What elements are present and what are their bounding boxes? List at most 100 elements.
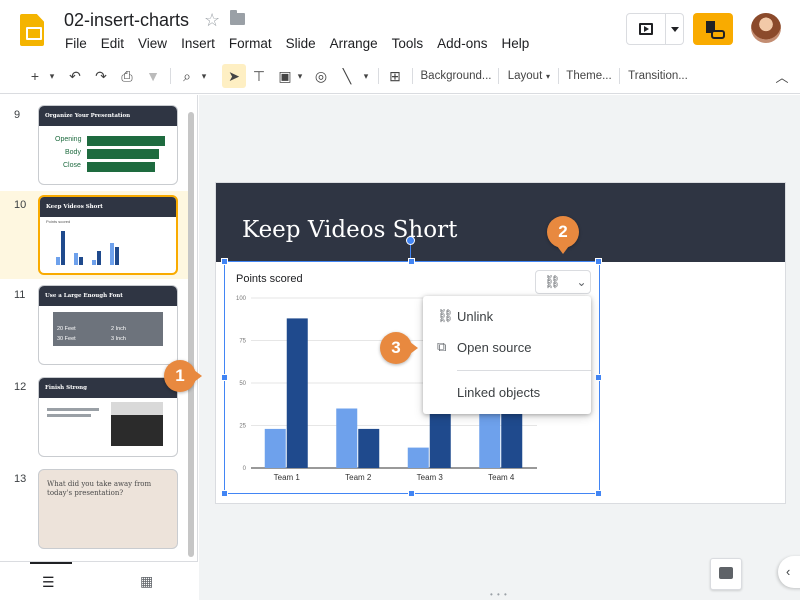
open-source-label: Open source: [457, 339, 532, 355]
callout-badge-2: 2: [547, 216, 579, 254]
image-icon[interactable]: ▣: [274, 64, 296, 88]
view-tabs: ☰ ▦: [0, 561, 198, 600]
shape-icon[interactable]: ◎: [310, 64, 332, 88]
thumbnail-text: Body: [65, 149, 81, 156]
callout-badge-3: 3: [380, 332, 418, 364]
notes-resize-handle[interactable]: • • •: [490, 590, 508, 599]
menu-edit[interactable]: Edit: [94, 36, 131, 51]
slide-thumbnail[interactable]: Organize Your Presentation Opening Body …: [38, 105, 178, 185]
thumbnail-bar: [115, 247, 119, 265]
menu-slide[interactable]: Slide: [279, 36, 323, 51]
thumbnail-bar: [74, 253, 78, 265]
menu-item-unlink[interactable]: ⛓ Unlink: [423, 303, 591, 329]
line-icon[interactable]: ╲: [336, 64, 358, 88]
slide-number: 11: [14, 289, 26, 301]
paint-format-icon[interactable]: ▼: [142, 64, 164, 88]
filmstrip-slide-10[interactable]: 10 Keep Videos Short Points scored: [0, 191, 190, 279]
resize-handle-top[interactable]: [408, 258, 415, 265]
menu-format[interactable]: Format: [222, 36, 279, 51]
menu-tools[interactable]: Tools: [385, 36, 431, 51]
thumbnail-bar: [87, 149, 159, 159]
slide-title[interactable]: Keep Videos Short: [242, 217, 457, 243]
collapse-chevron-up-icon[interactable]: ︿: [772, 64, 792, 88]
new-slide-plus-icon[interactable]: +: [24, 64, 46, 88]
filmstrip-view-icon[interactable]: ☰: [42, 574, 55, 591]
theme-button[interactable]: Theme...: [564, 64, 614, 88]
menu-item-open-source[interactable]: ⧉ Open source: [423, 334, 591, 360]
thumbnail-bar: [97, 251, 101, 265]
resize-handle-left[interactable]: [221, 374, 228, 381]
menu-file[interactable]: File: [58, 36, 94, 51]
text-box-icon[interactable]: ⊤: [248, 64, 270, 88]
thumbnail-text: 20 Feet: [57, 326, 76, 332]
callout-pointer: [557, 246, 569, 254]
resize-handle-top-left[interactable]: [221, 258, 228, 265]
share-button[interactable]: [693, 13, 733, 45]
present-options-chevron-icon[interactable]: [671, 27, 679, 32]
background-button[interactable]: Background...: [418, 64, 494, 88]
thumbnail-title: What did you take away from today's pres…: [47, 480, 152, 497]
print-icon[interactable]: ⎙: [116, 64, 138, 88]
transition-button[interactable]: Transition...: [626, 64, 690, 88]
menu-insert[interactable]: Insert: [174, 36, 222, 51]
slide-number: 10: [14, 199, 27, 211]
toolbar-divider: [378, 68, 379, 84]
slide-thumbnail[interactable]: What did you take away from today's pres…: [38, 469, 178, 549]
slide-thumbnail[interactable]: Finish Strong: [38, 377, 178, 457]
slides-logo-icon[interactable]: [20, 14, 44, 46]
slide-number: 9: [14, 109, 21, 121]
top-bar: 02-insert-charts ☆ File Edit View Insert…: [0, 0, 800, 58]
linked-objects-label: Linked objects: [457, 384, 541, 400]
slide-thumbnail[interactable]: Use a Large Enough Font 20 Feet 2 Inch 3…: [38, 285, 178, 365]
resize-handle-right[interactable]: [595, 374, 602, 381]
menu-arrange[interactable]: Arrange: [323, 36, 385, 51]
thumbnail-text: 30 Feet: [57, 336, 76, 342]
menu-addons[interactable]: Add-ons: [430, 36, 494, 51]
layout-chevron-icon[interactable]: ▾: [543, 64, 553, 88]
layout-button[interactable]: Layout: [504, 64, 546, 88]
thumbnail-text: 3 Inch: [111, 336, 126, 342]
menu-help[interactable]: Help: [494, 36, 536, 51]
image-chevron-icon[interactable]: ▾: [294, 64, 306, 88]
menu-view[interactable]: View: [131, 36, 174, 51]
toolbar-divider: [412, 68, 413, 84]
folder-icon[interactable]: [230, 10, 245, 25]
filmstrip-scrollbar[interactable]: [188, 112, 194, 557]
explore-button[interactable]: [710, 558, 742, 590]
menu-item-linked-objects[interactable]: Linked objects: [423, 379, 591, 405]
redo-icon[interactable]: ↷: [90, 64, 112, 88]
undo-icon[interactable]: ↶: [64, 64, 86, 88]
document-title[interactable]: 02-insert-charts: [64, 10, 189, 31]
filmstrip-slide-13[interactable]: 13 What did you take away from today's p…: [0, 465, 190, 553]
filmstrip: 9 Organize Your Presentation Opening Bod…: [0, 95, 198, 561]
filmstrip-slide-11[interactable]: 11 Use a Large Enough Font 20 Feet 2 Inc…: [0, 281, 190, 369]
grid-view-icon[interactable]: ▦: [140, 573, 153, 590]
menu-divider: [457, 370, 591, 371]
resize-handle-top-right[interactable]: [595, 258, 602, 265]
add-comment-icon[interactable]: ⊞: [384, 64, 406, 88]
rotation-handle[interactable]: [406, 236, 415, 245]
unlink-icon: ⛓: [437, 308, 454, 323]
resize-handle-bottom[interactable]: [408, 490, 415, 497]
thumbnail-title: Finish Strong: [39, 378, 177, 398]
slide-number: 13: [14, 473, 27, 485]
line-chevron-icon[interactable]: ▾: [360, 64, 372, 88]
filmstrip-slide-12[interactable]: 12 Finish Strong: [0, 373, 190, 461]
resize-handle-bottom-left[interactable]: [221, 490, 228, 497]
present-icon: [639, 23, 653, 35]
linked-chart-options-button[interactable]: ⛓ ⌄: [535, 270, 591, 294]
zoom-icon[interactable]: ⌕: [176, 64, 198, 88]
zoom-chevron-icon[interactable]: ▾: [198, 64, 210, 88]
star-icon[interactable]: ☆: [204, 10, 220, 31]
new-slide-chevron-icon[interactable]: ▾: [46, 64, 58, 88]
select-cursor-icon[interactable]: ➤: [222, 64, 246, 88]
avatar[interactable]: [751, 13, 781, 43]
thumbnail-text: 2 Inch: [111, 326, 126, 332]
present-button[interactable]: [626, 13, 684, 45]
thumbnail-line: [47, 414, 91, 417]
filmstrip-slide-9[interactable]: 9 Organize Your Presentation Opening Bod…: [0, 101, 190, 189]
thumbnail-title: Use a Large Enough Font: [39, 286, 177, 306]
callout-pointer: [194, 370, 202, 382]
resize-handle-bottom-right[interactable]: [595, 490, 602, 497]
slide-thumbnail[interactable]: Keep Videos Short Points scored: [38, 195, 178, 275]
